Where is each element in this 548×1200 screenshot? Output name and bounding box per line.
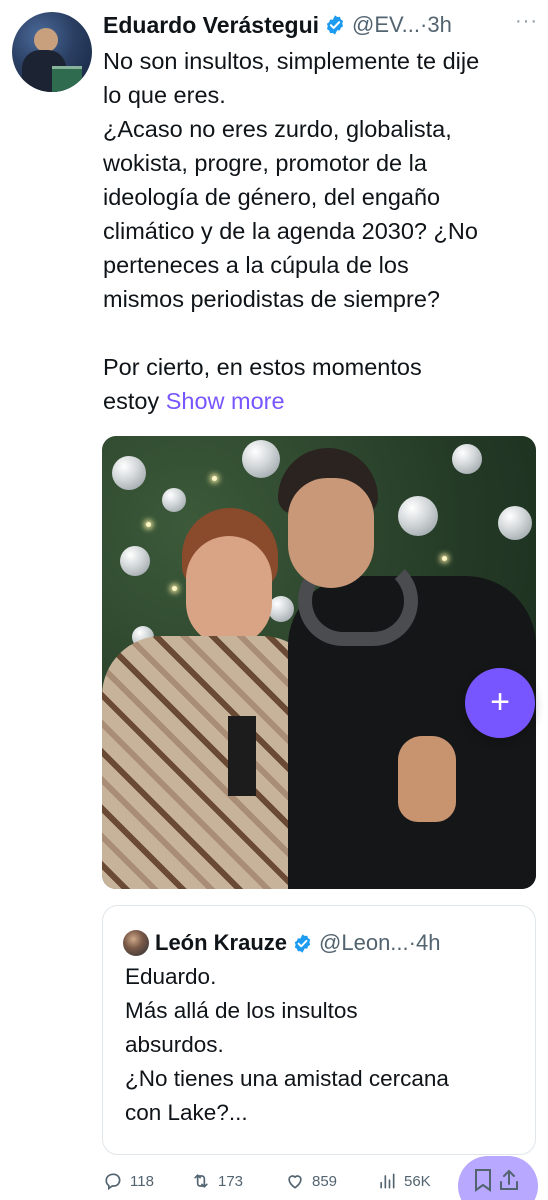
quote-author-name[interactable]: León Krauze: [155, 930, 287, 956]
author-avatar[interactable]: [12, 12, 92, 92]
tweet-line: lo que eres.: [103, 82, 226, 108]
quote-header: León Krauze @Leon...·4h: [123, 928, 523, 958]
more-icon[interactable]: ···: [515, 10, 538, 33]
quote-author-handle[interactable]: @Leon...·4h: [319, 930, 440, 956]
tweet-header: Eduardo Verástegui @EV...·3h ···: [103, 8, 538, 42]
repost-icon: [194, 1174, 208, 1188]
quote-line: absurdos.: [125, 1032, 224, 1057]
tweet-line: wokista, progre, promotor de la: [103, 150, 427, 176]
share-icon: [500, 1169, 518, 1190]
repost-button[interactable]: 173: [191, 1166, 243, 1196]
author-handle[interactable]: @EV...·3h: [352, 12, 452, 38]
repost-count: 173: [218, 1172, 244, 1190]
reply-count: 118: [130, 1172, 154, 1190]
quote-line: con Lake?...: [125, 1100, 248, 1125]
quote-time: 4h: [415, 930, 441, 955]
author-handle-text: @EV...: [352, 12, 421, 37]
compose-button[interactable]: +: [465, 668, 535, 738]
tweet-line: climático y de la agenda 2030? ¿No: [103, 218, 478, 244]
tweet-line: ideología de género, del engaño: [103, 184, 441, 210]
like-button[interactable]: 859: [285, 1166, 337, 1196]
tweet-line: perteneces a la cúpula de los: [103, 252, 409, 278]
views-button[interactable]: 56K: [377, 1166, 431, 1196]
tweet-last-word: estoy: [103, 388, 160, 414]
tweet-photo[interactable]: [102, 436, 536, 889]
quote-text: Eduardo. Más allá de los insultos absurd…: [125, 960, 525, 1130]
tweet-line-blank: [103, 316, 533, 350]
avatar-podium: [52, 66, 82, 92]
quote-line: Eduardo.: [125, 964, 217, 989]
photo-man-face: [288, 478, 374, 588]
tweet-line: Por cierto, en estos momentos: [103, 354, 422, 380]
verified-badge-icon: [294, 933, 311, 953]
quoted-tweet[interactable]: León Krauze @Leon...·4h Eduardo. Más all…: [102, 905, 536, 1155]
quote-handle-text: @Leon...: [319, 930, 409, 955]
show-more-link[interactable]: Show more: [166, 388, 285, 414]
tweet-text: No son insultos, simplemente te dije lo …: [103, 44, 533, 418]
tweet-line: No son insultos, simplemente te dije: [103, 48, 480, 74]
quote-line: ¿No tienes una amistad cercana: [125, 1066, 449, 1091]
quote-author-avatar[interactable]: [123, 930, 149, 956]
tweet-line: ¿Acaso no eres zurdo, globalista,: [103, 116, 452, 142]
photo-woman-top: [228, 716, 256, 796]
bookmark-share-fab[interactable]: [458, 1156, 538, 1200]
photo-woman-face: [186, 536, 272, 646]
like-count: 859: [312, 1172, 338, 1190]
views-count: 56K: [404, 1172, 431, 1190]
reply-button[interactable]: 118: [103, 1166, 154, 1196]
tweet-line-last: estoy Show more: [103, 384, 533, 418]
reply-icon: [105, 1173, 121, 1191]
views-icon: [380, 1173, 395, 1189]
tweet-time: 3h: [427, 12, 452, 37]
avatar-figure-head: [34, 28, 58, 52]
tweet-line: mismos periodistas de siempre?: [103, 286, 440, 312]
time-separator: ·: [408, 930, 416, 955]
bookmark-icon: [475, 1169, 491, 1192]
author-name[interactable]: Eduardo Verástegui: [103, 12, 319, 39]
photo-thumbs-up: [398, 736, 456, 822]
quote-line: Más allá de los insultos: [125, 998, 358, 1023]
verified-badge-icon: [326, 15, 344, 35]
like-icon: [288, 1175, 302, 1189]
